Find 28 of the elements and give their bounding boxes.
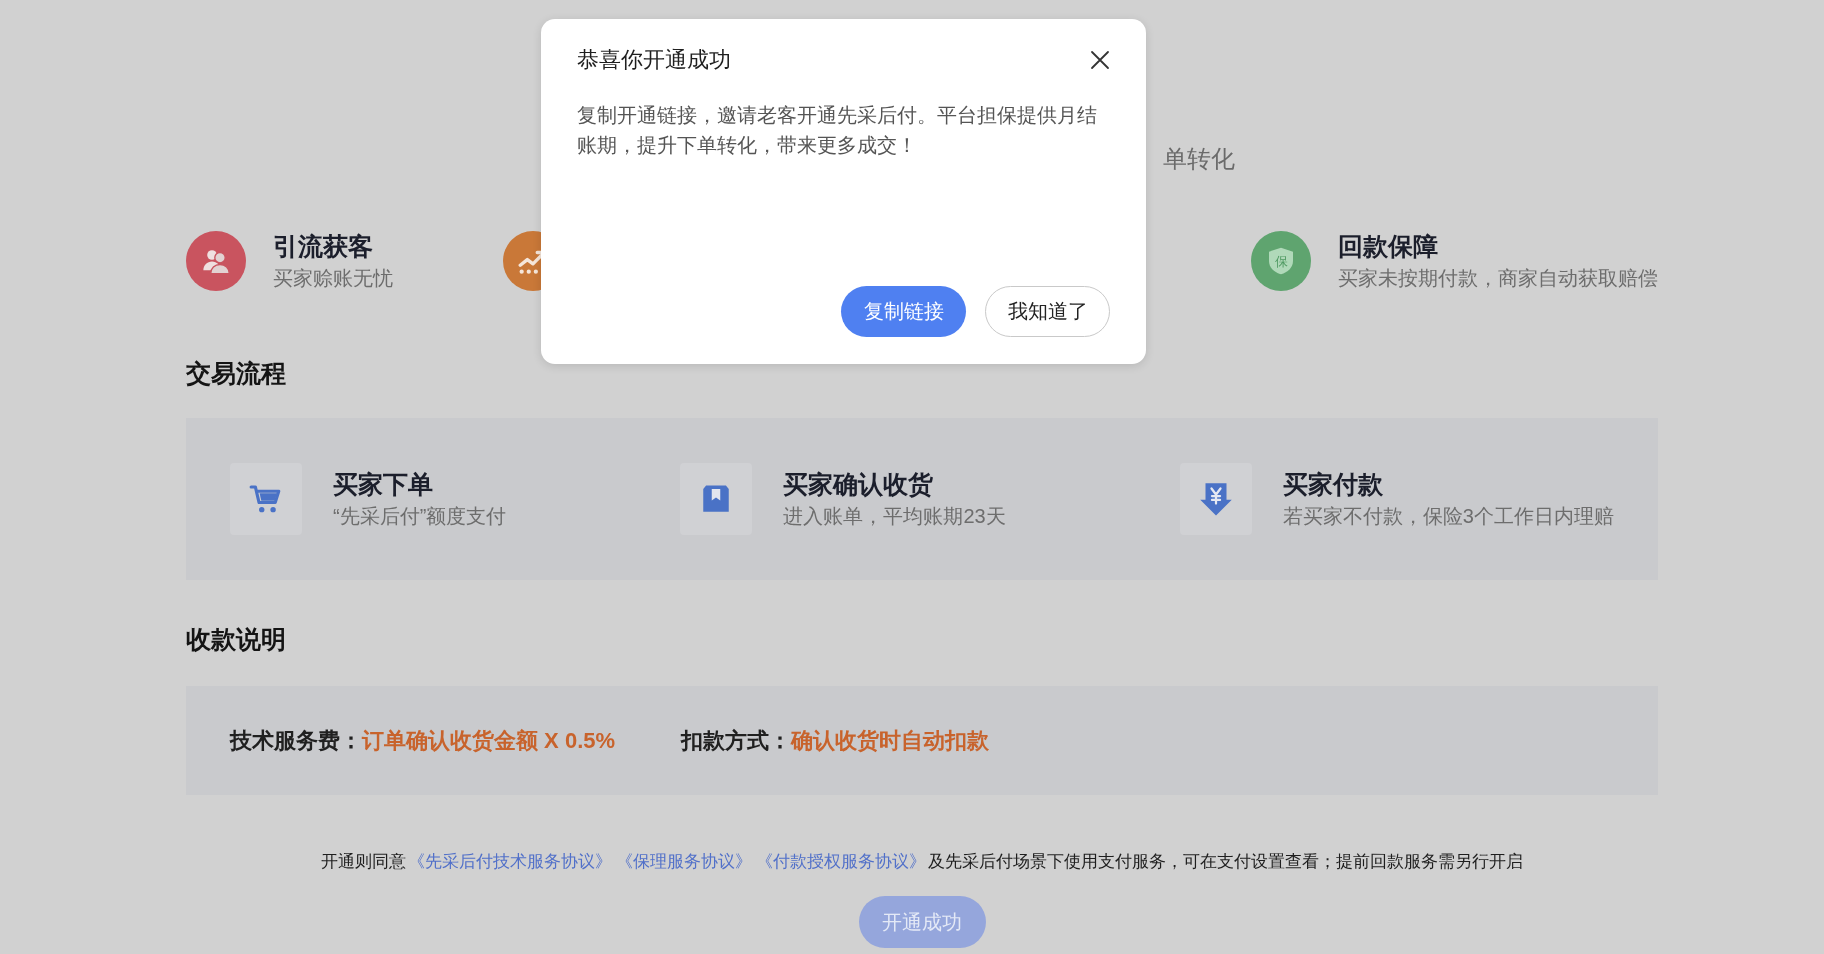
- payment-value: 确认收货时自动扣款: [791, 726, 990, 755]
- feature-title: 引流获客: [273, 231, 374, 262]
- dismiss-button[interactable]: 我知道了: [985, 286, 1110, 337]
- agreement-link[interactable]: 《付款授权服务协议》: [756, 852, 926, 871]
- step-title: 买家确认收货: [783, 469, 935, 500]
- feature-description: 买家未按期付款，商家自动获取赔偿: [1338, 266, 1658, 291]
- section-title: 交易流程: [186, 358, 286, 389]
- package-icon: [680, 463, 753, 535]
- agreement-link[interactable]: 《保理服务协议》: [616, 852, 752, 871]
- step-description: “先采后付”额度支付: [333, 504, 507, 529]
- dialog-message: 复制开通链接，邀请老客开通先采后付。平台担保提供月结账期，提升下单转化，带来更多成交！: [577, 103, 1098, 158]
- dialog-title: 恭喜你开通成功: [577, 46, 731, 74]
- feature-title: 回款保障: [1338, 231, 1439, 262]
- step-description: 进入账单，平均账期23天: [783, 504, 1006, 529]
- payment-label: 技术服务费：: [230, 726, 362, 755]
- step-title: 买家下单: [333, 469, 434, 500]
- cart-icon: [230, 463, 302, 535]
- payment-value: 订单确认收货金额 X 0.5%: [362, 726, 616, 755]
- copy-link-button[interactable]: 复制链接: [841, 286, 966, 337]
- step-title: 买家付款: [1282, 469, 1384, 500]
- agreement-text: 开通则同意《先采后付技术服务协议》 《保理服务协议》 《付款授权服务协议》及先采后付场景下使用支付服务，可在支付设置查看；提前回款服务需另行开启: [321, 851, 1523, 873]
- section-title: 收款说明: [186, 624, 286, 655]
- close-icon[interactable]: [1090, 50, 1110, 70]
- shield-icon: 保: [1251, 231, 1311, 291]
- step-description: 若买家不付款，保险3个工作日内理赔: [1282, 504, 1614, 529]
- subtitle-text: 单转化: [1163, 144, 1235, 174]
- agreement-link[interactable]: 《先采后付技术服务协议》: [408, 852, 612, 871]
- feature-description: 买家赊账无忧: [273, 266, 393, 291]
